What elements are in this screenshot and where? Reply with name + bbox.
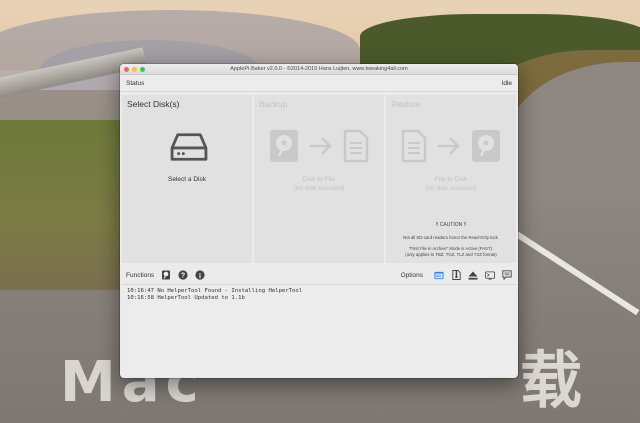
message-icon — [502, 270, 512, 280]
file-icon — [343, 129, 369, 163]
window-controls — [120, 66, 145, 72]
main-panels: Select Disk(s) Select a Disk Backup Disk… — [122, 95, 516, 263]
log-time: 10:16:47 — [127, 288, 154, 294]
status-value: Idle — [501, 79, 512, 87]
select-disk-panel[interactable]: Select Disk(s) Select a Disk — [122, 95, 252, 263]
archive-mode-note-formats: (only applies to TBZ, TGZ, TLZ and TXZ f… — [405, 252, 497, 257]
terminal-option-button[interactable] — [485, 270, 495, 280]
backup-panel[interactable]: Backup Disk to File (no disk selected) — [254, 95, 384, 263]
log-text: HelperTool Updated to 1.1b — [157, 295, 245, 301]
applepi-baker-window: ApplePi-Baker v2.0.0 - ©2014-2019 Hans L… — [120, 64, 518, 378]
archive-mode-note: "First File in Archive" Mode is Active (… — [408, 246, 494, 251]
arrow-right-icon — [438, 137, 460, 155]
svg-text:?: ? — [181, 273, 185, 280]
info-button[interactable]: i — [195, 270, 205, 280]
restore-panel[interactable]: Restore File to Disk (no disk selected) … — [386, 95, 516, 263]
log-time: 10:16:58 — [127, 295, 154, 301]
sd-card-disk-icon — [472, 130, 500, 162]
restore-line2: (no disk selected) — [425, 185, 477, 192]
functions-bar: Functions ? i Options — [122, 267, 516, 283]
panel-title-select: Select Disk(s) — [127, 99, 180, 109]
file-icon — [401, 129, 427, 163]
window-icon — [434, 271, 444, 279]
zip-file-icon — [451, 270, 461, 280]
log-line: 10:16:58 HelperTool Updated to 1.1b — [127, 295, 511, 302]
status-label: Status — [126, 79, 145, 87]
close-window-button[interactable] — [124, 66, 129, 72]
help-button[interactable]: ? — [178, 270, 188, 280]
options-label: Options — [400, 271, 423, 279]
status-bar: Status Idle — [120, 75, 518, 92]
window-option-button[interactable] — [434, 270, 444, 280]
log-text: No HelperTool Found - Installing HelperT… — [157, 288, 303, 294]
caution-title: !! CAUTION !! — [435, 222, 467, 228]
svg-text:i: i — [199, 272, 201, 280]
minimize-window-button[interactable] — [132, 66, 137, 72]
backup-line2: (no disk selected) — [293, 185, 345, 192]
log-output[interactable]: 10:16:47 No HelperTool Found - Installin… — [122, 284, 516, 376]
wallpaper-grass — [0, 120, 130, 290]
backup-line1: Disk to File — [302, 176, 336, 183]
info-icon: i — [195, 270, 205, 280]
wallpaper-road-lettering: 载 — [520, 344, 583, 417]
title-bar[interactable]: ApplePi-Baker v2.0.0 - ©2014-2019 Hans L… — [120, 64, 518, 75]
functions-label: Functions — [126, 271, 155, 279]
zip-option-button[interactable] — [451, 270, 461, 280]
panel-title-backup: Backup — [259, 99, 288, 109]
disk-utility-button[interactable] — [161, 270, 171, 280]
eject-icon — [468, 271, 478, 280]
disk-utility-icon — [162, 270, 171, 280]
restore-icons — [386, 129, 516, 163]
terminal-icon — [485, 270, 495, 280]
window-title: ApplePi-Baker v2.0.0 - ©2014-2019 Hans L… — [230, 66, 408, 72]
restore-line1: File to Disk — [434, 176, 468, 183]
panel-title-restore: Restore — [391, 99, 421, 109]
select-disk-button[interactable]: Select a Disk — [122, 176, 252, 183]
hard-drive-icon[interactable] — [170, 131, 208, 163]
caution-text: Not all SD-card readers honor the Read-O… — [402, 235, 499, 240]
eject-option-button[interactable] — [468, 270, 478, 280]
help-icon: ? — [178, 270, 188, 280]
arrow-right-icon — [310, 137, 332, 155]
zoom-window-button[interactable] — [140, 66, 145, 72]
message-option-button[interactable] — [502, 270, 512, 280]
log-line: 10:16:47 No HelperTool Found - Installin… — [127, 288, 511, 295]
sd-card-disk-icon — [270, 130, 298, 162]
backup-icons — [254, 129, 384, 163]
